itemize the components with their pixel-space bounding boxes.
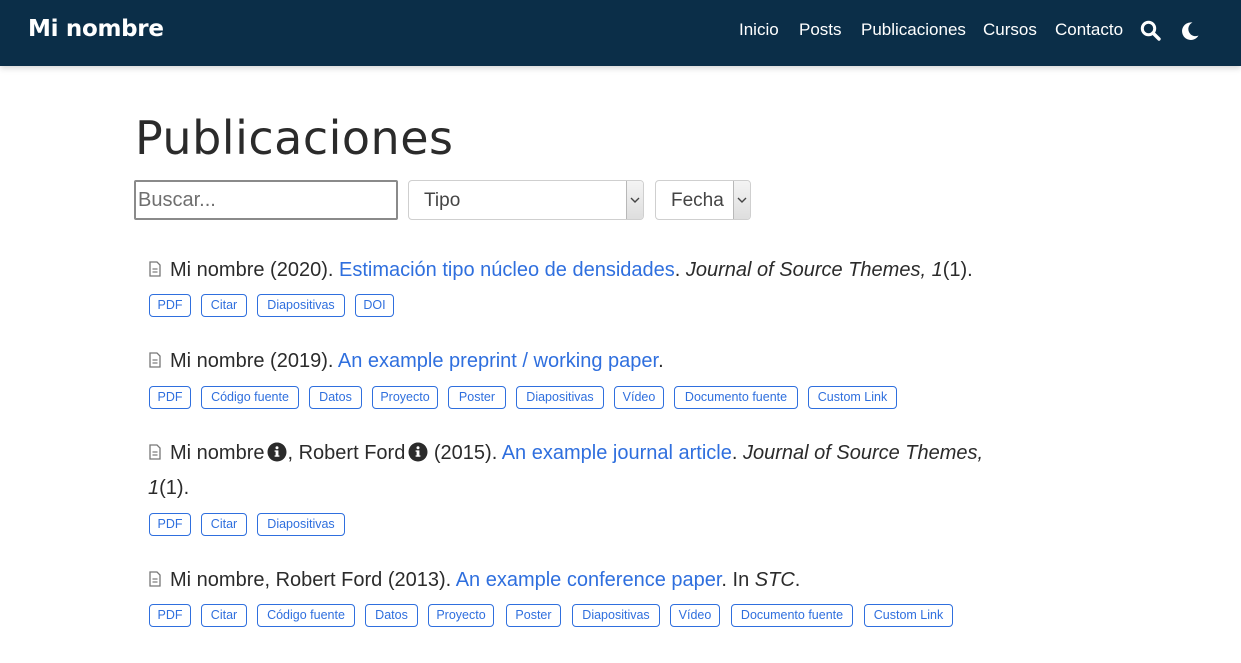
slides-button[interactable]: Diapositivas — [257, 294, 345, 317]
slides-button[interactable]: Diapositivas — [516, 386, 604, 409]
publication-item: Mi nombre (2019). An example preprint / … — [148, 343, 1048, 379]
cite-button[interactable]: Citar — [201, 513, 247, 536]
document-icon — [148, 436, 162, 460]
nav-link-inicio[interactable]: Inicio — [739, 20, 779, 40]
nav-link-contacto[interactable]: Contacto — [1055, 20, 1123, 40]
data-button[interactable]: Datos — [309, 386, 362, 409]
poster-button[interactable]: Poster — [448, 386, 506, 409]
search-icon[interactable] — [1140, 20, 1162, 42]
document-icon — [148, 253, 162, 277]
cite-button[interactable]: Citar — [201, 294, 247, 317]
type-select[interactable]: Tipo — [408, 180, 644, 220]
slides-button[interactable]: Diapositivas — [257, 513, 345, 536]
doi-button[interactable]: DOI — [355, 294, 394, 317]
brand-logo-text[interactable]: Mi nombre — [28, 16, 164, 42]
pub-journal: Journal of Source Themes, — [742, 442, 984, 464]
data-button[interactable]: Datos — [365, 604, 418, 627]
pub-year: (2015). — [433, 442, 498, 464]
pub-year: (2013). — [387, 569, 452, 591]
poster-button[interactable]: Poster — [506, 604, 561, 627]
nav-link-posts[interactable]: Posts — [799, 20, 842, 40]
pdf-button[interactable]: PDF — [149, 513, 191, 536]
publication-item: Mi nombre (2020). Estimación tipo núcleo… — [148, 252, 1048, 288]
pub-in: In — [732, 569, 750, 591]
navbar: Mi nombre Inicio Posts Publicaciones Cur… — [0, 0, 1241, 66]
nav-link-publicaciones[interactable]: Publicaciones — [861, 20, 966, 40]
publication-item: Mi nombre, Robert Ford (2013). An exampl… — [148, 562, 1048, 598]
publication-item: Mi nombre , Robert Ford (2015). An examp… — [148, 435, 1043, 471]
cite-button[interactable]: Citar — [201, 604, 247, 627]
pub-author: Mi nombre — [170, 442, 265, 464]
video-button[interactable]: Vídeo — [670, 604, 720, 627]
date-select-value: Fecha — [671, 190, 724, 211]
chevron-down-icon — [733, 181, 750, 219]
pub-title-link[interactable]: Estimación tipo núcleo de densidades — [339, 259, 675, 281]
pub-authors: Mi nombre — [170, 259, 265, 281]
video-button[interactable]: Vídeo — [614, 386, 664, 409]
pdf-button[interactable]: PDF — [149, 386, 191, 409]
source-document-button[interactable]: Documento fuente — [674, 386, 798, 409]
pub-title-link[interactable]: An example conference paper — [456, 569, 722, 591]
custom-link-button[interactable]: Custom Link — [808, 386, 897, 409]
pub-year: (2019). — [270, 350, 334, 372]
moon-icon[interactable] — [1179, 20, 1201, 42]
document-icon — [148, 344, 162, 368]
pdf-button[interactable]: PDF — [149, 604, 191, 627]
pub-venue: STC — [754, 569, 795, 591]
chevron-down-icon — [626, 181, 643, 219]
project-button[interactable]: Proyecto — [428, 604, 494, 627]
page-title: Publicaciones — [135, 111, 454, 165]
document-icon — [148, 563, 162, 587]
pdf-button[interactable]: PDF — [149, 294, 191, 317]
source-code-button[interactable]: Código fuente — [201, 386, 299, 409]
pub-issue: (1). — [942, 259, 973, 281]
date-select[interactable]: Fecha — [655, 180, 751, 220]
info-icon[interactable] — [267, 438, 287, 462]
pub-title-link[interactable]: An example preprint / working paper — [338, 350, 658, 372]
pub-year: (2020). — [270, 259, 334, 281]
search-input[interactable] — [134, 180, 398, 220]
custom-link-button[interactable]: Custom Link — [864, 604, 953, 627]
nav-link-cursos[interactable]: Cursos — [983, 20, 1037, 40]
type-select-value: Tipo — [424, 190, 461, 211]
publication-item-continued: 1(1). — [148, 470, 1048, 506]
info-icon[interactable] — [408, 438, 428, 462]
pub-author: Robert Ford — [298, 442, 406, 464]
pub-issue: (1). — [159, 477, 190, 499]
project-button[interactable]: Proyecto — [372, 386, 438, 409]
slides-button[interactable]: Diapositivas — [572, 604, 660, 627]
pub-volume: 1 — [148, 477, 160, 499]
pub-authors: Mi nombre — [170, 350, 265, 372]
source-code-button[interactable]: Código fuente — [257, 604, 355, 627]
source-document-button[interactable]: Documento fuente — [731, 604, 853, 627]
pub-authors: Mi nombre, Robert Ford — [170, 569, 383, 591]
pub-title-link[interactable]: An example journal article — [502, 442, 732, 464]
pub-journal: Journal of Source Themes, 1 — [685, 259, 943, 281]
